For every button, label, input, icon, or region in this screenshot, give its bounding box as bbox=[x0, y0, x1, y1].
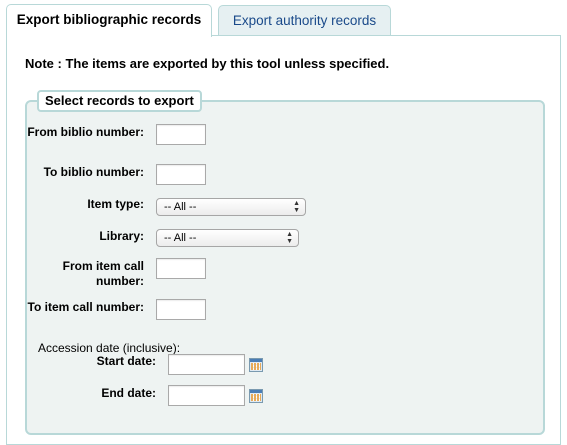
fieldset-legend: Select records to export bbox=[37, 90, 202, 112]
start-date-input[interactable] bbox=[168, 354, 245, 375]
library-select[interactable]: -- All -- ▲ ▼ bbox=[156, 229, 299, 247]
library-label: Library: bbox=[99, 229, 144, 243]
calendar-icon[interactable] bbox=[249, 389, 263, 403]
select-arrows-icon: ▲ ▼ bbox=[293, 200, 300, 214]
tab-bar: Export bibliographic records Export auth… bbox=[6, 4, 561, 37]
end-date-input[interactable] bbox=[168, 385, 245, 406]
tab-export-bibliographic[interactable]: Export bibliographic records bbox=[6, 4, 212, 37]
to-biblio-label: To biblio number: bbox=[43, 165, 144, 179]
calendar-icon[interactable] bbox=[249, 358, 263, 372]
item-type-label: Item type: bbox=[87, 197, 144, 211]
note-text: Note : The items are exported by this to… bbox=[25, 56, 390, 71]
from-biblio-label: From biblio number: bbox=[27, 125, 144, 139]
from-biblio-input[interactable] bbox=[156, 124, 206, 145]
accession-date-label: Accession date (inclusive): bbox=[38, 341, 181, 355]
start-date-label: Start date: bbox=[96, 354, 156, 368]
item-type-select[interactable]: -- All -- ▲ ▼ bbox=[156, 198, 306, 216]
from-callnumber-input[interactable] bbox=[156, 258, 206, 279]
to-biblio-input[interactable] bbox=[156, 164, 206, 185]
item-type-selected-value: -- All -- bbox=[164, 201, 197, 213]
to-callnumber-input[interactable] bbox=[156, 299, 206, 320]
to-callnumber-label: To item call number: bbox=[27, 300, 144, 314]
tab-export-authority[interactable]: Export authority records bbox=[218, 5, 391, 36]
select-arrows-icon: ▲ ▼ bbox=[286, 231, 293, 245]
library-selected-value: -- All -- bbox=[164, 232, 197, 244]
from-callnumber-label: From item call number: bbox=[62, 259, 144, 288]
end-date-label: End date: bbox=[101, 386, 156, 400]
